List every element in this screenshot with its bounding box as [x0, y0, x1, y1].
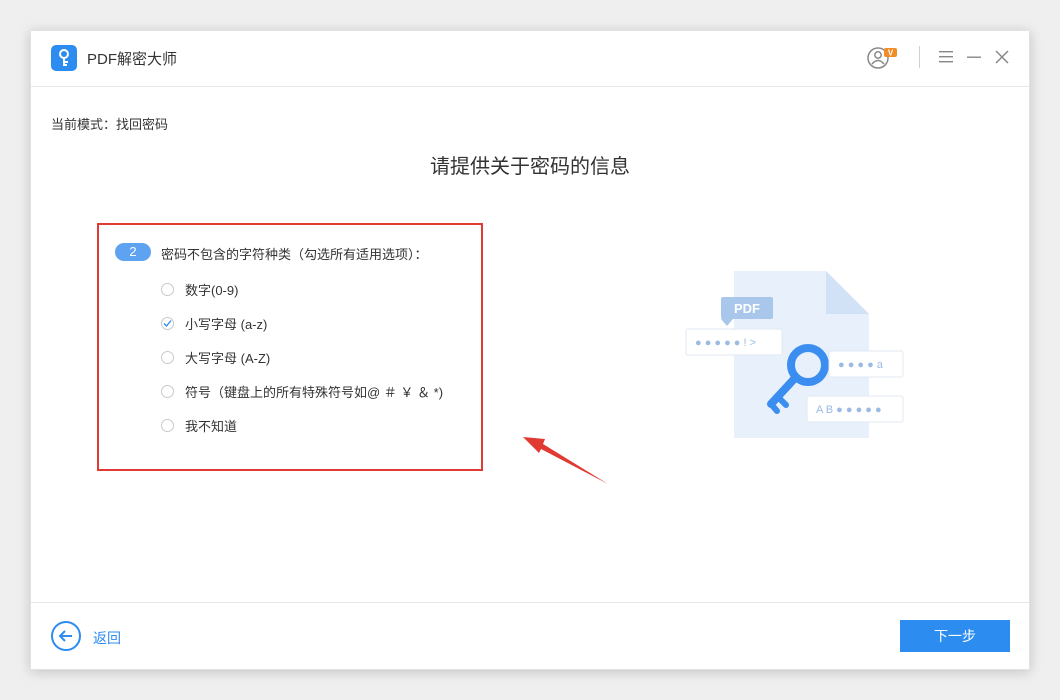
question-number-badge: 2: [115, 243, 151, 261]
menu-icon[interactable]: [939, 50, 953, 69]
current-mode-label: 当前模式：找回密码: [51, 117, 169, 132]
svg-text:A B ● ● ● ● ●: A B ● ● ● ● ●: [816, 404, 882, 416]
title-bar: PDF解密大师 V: [31, 31, 1029, 87]
back-button[interactable]: 返回: [93, 628, 121, 648]
annotation-arrow: [511, 431, 611, 496]
option-label: 我不知道: [185, 418, 238, 434]
next-button[interactable]: 下一步: [900, 620, 1010, 652]
option-digits[interactable]: 数字(0-9): [161, 279, 238, 299]
app-title: PDF解密大师: [87, 51, 178, 68]
checkbox-checked[interactable]: [161, 316, 174, 330]
back-arrow-icon[interactable]: [51, 621, 81, 651]
close-icon[interactable]: [995, 50, 1009, 69]
option-unknown[interactable]: 我不知道: [161, 415, 237, 435]
footer-divider: [31, 602, 1029, 603]
option-symbols[interactable]: 符号（键盘上的所有特殊符号如@ ＃ ￥ ＆ *): [161, 381, 443, 401]
option-label: 大写字母 (A-Z): [185, 350, 271, 366]
checkbox[interactable]: [161, 418, 174, 432]
option-lowercase[interactable]: 小写字母 (a-z): [161, 313, 267, 333]
checkbox[interactable]: [161, 350, 174, 364]
svg-text:V: V: [888, 49, 894, 58]
pdf-key-illustration: PDF ● ● ● ● ● ! > ● ● ● ● a A B ● ● ● ● …: [681, 266, 911, 451]
svg-text:PDF: PDF: [734, 301, 760, 316]
app-window: PDF解密大师 V 当前模式：找回密码 请提供关于密码的信息 2 密码不包含的字…: [30, 30, 1030, 670]
minimize-icon[interactable]: [967, 50, 981, 69]
checkbox[interactable]: [161, 384, 174, 398]
option-label: 符号（键盘上的所有特殊符号如@ ＃ ￥ ＆ *): [185, 384, 444, 400]
question-text: 密码不包含的字符种类（勾选所有适用选项）：: [161, 247, 428, 262]
svg-text:● ● ● ● ● ! >: ● ● ● ● ● ! >: [695, 337, 756, 349]
svg-text:● ● ● ● a: ● ● ● ● a: [838, 359, 884, 371]
option-label: 数字(0-9): [185, 282, 239, 298]
titlebar-separator: [919, 46, 920, 68]
check-icon: [163, 319, 172, 327]
page-title: 请提供关于密码的信息: [430, 156, 630, 178]
option-label: 小写字母 (a-z): [185, 316, 268, 332]
app-logo-icon: [51, 45, 77, 71]
user-vip-icon[interactable]: V: [867, 46, 901, 75]
checkbox[interactable]: [161, 282, 174, 296]
option-uppercase[interactable]: 大写字母 (A-Z): [161, 347, 270, 367]
